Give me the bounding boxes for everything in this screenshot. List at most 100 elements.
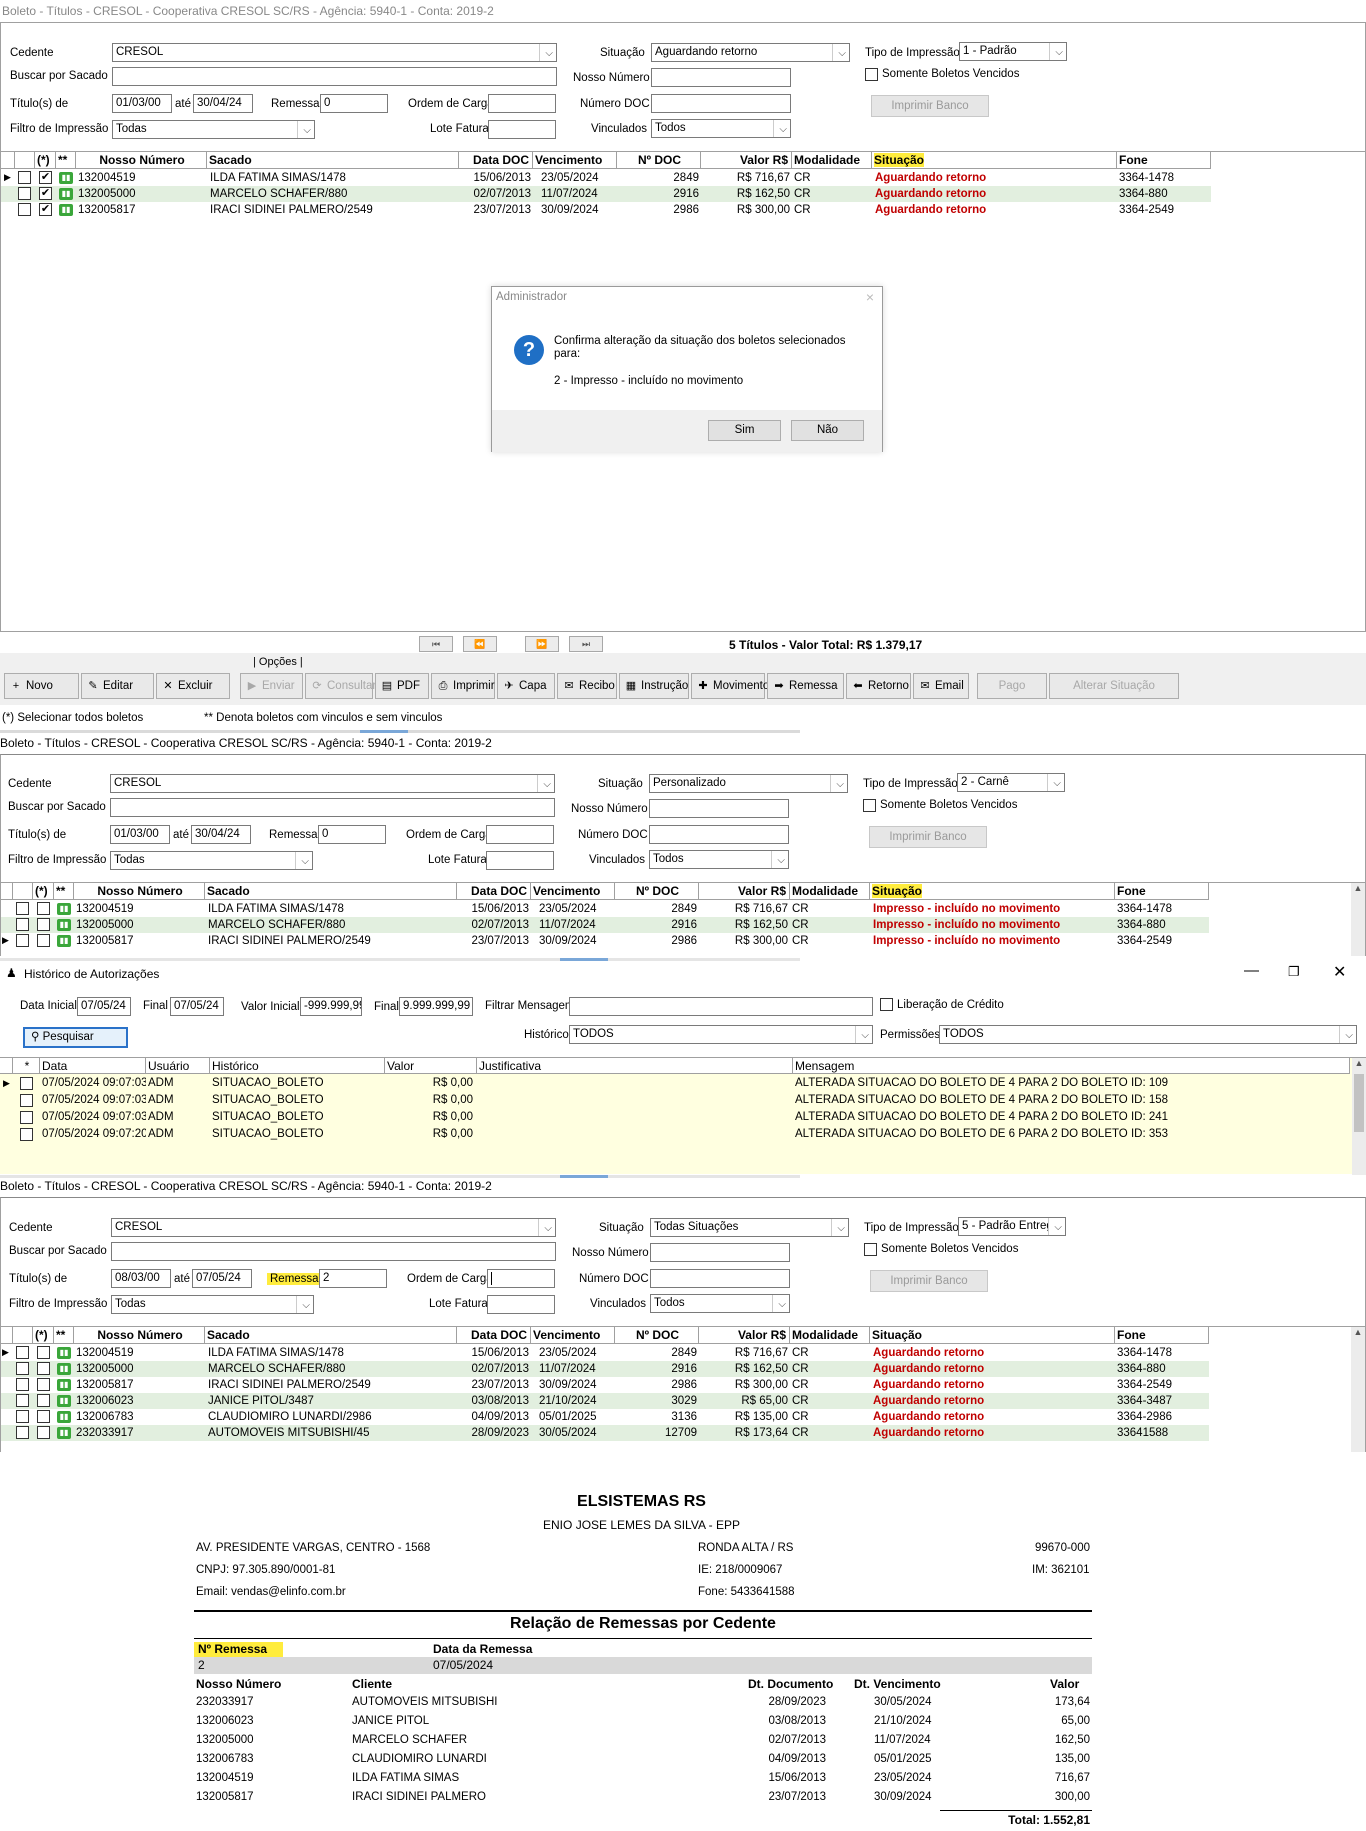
header-col-venc[interactable]: Vencimento (531, 1327, 615, 1343)
row-select-checkbox[interactable] (18, 171, 31, 184)
ordem-input[interactable] (486, 825, 554, 844)
editar-button[interactable]: ✎ Editar (81, 673, 154, 699)
vertical-scrollbar[interactable]: ▲ (1352, 1058, 1366, 1175)
header-col-data[interactable]: Data DOC (457, 883, 531, 899)
header-col-vinc[interactable]: ** (56, 152, 76, 168)
row-select-checkbox[interactable] (16, 1362, 29, 1375)
valor-inicial-input[interactable]: -999.999,99 (300, 997, 362, 1016)
cedente-select[interactable]: CRESOL ⌵ (110, 774, 555, 793)
header-col-mod[interactable]: Modalidade (792, 152, 872, 168)
imprimir-button[interactable]: ⎙ Imprimir (431, 673, 495, 699)
header-col-sit[interactable]: Situação (870, 1327, 1115, 1343)
header-col-doc[interactable]: Nº DOC (615, 1327, 699, 1343)
capa-button[interactable]: ✈ Capa (497, 673, 555, 699)
header-col-sacado[interactable]: Sacado (205, 883, 457, 899)
pago-button[interactable]: Pago (977, 673, 1047, 699)
hist-header-mensagem[interactable]: Mensagem (793, 1058, 1350, 1074)
imprimir-banco-button[interactable]: Imprimir Banco (871, 95, 989, 117)
situacao-select[interactable]: Personalizado ⌵ (649, 774, 848, 793)
header-col-fone[interactable]: Fone (1117, 152, 1211, 168)
nosso-input[interactable] (650, 1243, 790, 1262)
header-col-data[interactable]: Data DOC (459, 152, 533, 168)
header-col-vinc[interactable]: ** (54, 883, 74, 899)
table-row[interactable]: ▶ ▮▮ 132004519 ILDA FATIMA SIMAS/1478 15/06/… (1, 1345, 1209, 1361)
row-select-checkbox[interactable] (20, 1094, 33, 1107)
filtro-select[interactable]: Todas ⌵ (111, 1295, 314, 1314)
tipo-select[interactable]: 5 - Padrão Entrega ⌵ (958, 1217, 1066, 1236)
permissoes-select[interactable]: TODOS ⌵ (939, 1025, 1357, 1044)
historico-select[interactable]: TODOS ⌵ (569, 1025, 873, 1044)
hist-header-usuario[interactable]: Usuário (146, 1058, 210, 1074)
table-row[interactable]: ▮▮ 132005817 IRACI SIDINEI PALMERO/2549 23/… (1, 1377, 1209, 1393)
nao-button[interactable]: Não (791, 420, 864, 441)
row-select-checkbox[interactable] (20, 1111, 33, 1124)
tipo-select[interactable]: 2 - Carnê ⌵ (957, 773, 1065, 792)
remessa-input[interactable]: 0 (320, 94, 388, 113)
vencidos-checkbox[interactable] (864, 1243, 877, 1256)
header-col-mod[interactable]: Modalidade (790, 1327, 870, 1343)
vencidos-checkbox[interactable] (865, 68, 878, 81)
row-select-checkbox[interactable] (20, 1128, 33, 1141)
header-col-nosso[interactable]: Nosso Número (74, 883, 205, 899)
row-star-checkbox[interactable] (37, 1426, 50, 1439)
buscar-input[interactable] (112, 67, 557, 86)
filtro-select[interactable]: Todas ⌵ (110, 851, 313, 870)
row-select-checkbox[interactable] (18, 203, 31, 216)
consultar-button[interactable]: ⟳ Consultar (305, 673, 376, 699)
table-row[interactable]: ▶ 07/05/2024 09:07:03 ADM SITUACAO_BOLETO R$… (0, 1075, 1350, 1092)
titulos-de-input[interactable]: 01/03/00 (112, 94, 172, 113)
remessa-button[interactable]: ➡ Remessa (767, 673, 844, 699)
row-star-checkbox[interactable] (37, 1410, 50, 1423)
titulos-de-input[interactable]: 01/03/00 (110, 825, 170, 844)
header-col-sit[interactable]: Situação (870, 883, 1115, 899)
numdoc-input[interactable] (651, 94, 791, 113)
email-button[interactable]: ✉ Email (913, 673, 969, 699)
titulos-de-input[interactable]: 08/03/00 (111, 1269, 171, 1288)
row-star-checkbox[interactable] (37, 1378, 50, 1391)
data-final-input[interactable]: 07/05/24 (170, 997, 224, 1016)
row-star-checkbox[interactable] (37, 1362, 50, 1375)
row-star-checkbox[interactable] (37, 918, 50, 931)
row-select-checkbox[interactable] (16, 902, 29, 915)
recibo-button[interactable]: ✉ Recibo (557, 673, 617, 699)
excluir-button[interactable]: ✕ Excluir (156, 673, 230, 699)
filtro-select[interactable]: Todas ⌵ (112, 120, 315, 139)
table-row[interactable]: ▮▮ 132005000 MARCELO SCHAFER/880 02/07/2013… (1, 1361, 1209, 1377)
instru-o-button[interactable]: ▦ Instrução (619, 673, 689, 699)
row-select-checkbox[interactable] (16, 1426, 29, 1439)
header-col-vinc[interactable]: ** (54, 1327, 74, 1343)
ordem-input[interactable] (487, 1269, 555, 1288)
row-star-checkbox[interactable]: ✔ (39, 171, 52, 184)
header-col-venc[interactable]: Vencimento (533, 152, 617, 168)
close-window-icon[interactable]: ✕ (1333, 962, 1346, 982)
last-page-button[interactable]: ⏭ (569, 636, 603, 652)
row-select-checkbox[interactable] (20, 1077, 33, 1090)
table-row[interactable]: ▮▮ 132006783 CLAUDIOMIRO LUNARDI/2986 04/09… (1, 1409, 1209, 1425)
numdoc-input[interactable] (649, 825, 789, 844)
table-row[interactable]: ▮▮ 132004519 ILDA FATIMA SIMAS/1478 15/06/2… (1, 901, 1209, 917)
vencidos-checkbox[interactable] (863, 799, 876, 812)
lote-input[interactable] (488, 120, 556, 139)
row-star-checkbox[interactable] (37, 902, 50, 915)
titulos-ate-input[interactable]: 30/04/24 (191, 825, 251, 844)
header-col-data[interactable]: Data DOC (457, 1327, 531, 1343)
header-col-nosso[interactable]: Nosso Número (74, 1327, 205, 1343)
header-col-venc[interactable]: Vencimento (531, 883, 615, 899)
header-col-sit[interactable]: Situação (872, 152, 1117, 168)
row-select-checkbox[interactable] (16, 918, 29, 931)
buscar-input[interactable] (111, 1242, 556, 1261)
table-row[interactable]: ✔ ▮▮ 132005000 MARCELO SCHAFER/880 02/07/201… (1, 186, 1211, 202)
novo-button[interactable]: + Novo (4, 673, 79, 699)
row-star-checkbox[interactable] (37, 1394, 50, 1407)
retorno-button[interactable]: ⬅ Retorno (846, 673, 911, 699)
hist-header-valor[interactable]: Valor (385, 1058, 477, 1074)
row-select-checkbox[interactable] (16, 1394, 29, 1407)
header-col-sacado[interactable]: Sacado (205, 1327, 457, 1343)
situacao-select[interactable]: Todas Situações ⌵ (650, 1218, 849, 1237)
hist-header-justificativa[interactable]: Justificativa (477, 1058, 793, 1074)
table-row[interactable]: ▶ ✔ ▮▮ 132004519 ILDA FATIMA SIMAS/1478 15/06… (1, 170, 1211, 186)
vertical-scrollbar[interactable]: ▲ (1351, 1327, 1365, 1452)
table-row[interactable]: ▶ ▮▮ 132005817 IRACI SIDINEI PALMERO/2549 23… (1, 933, 1209, 949)
cedente-select[interactable]: CRESOL ⌵ (111, 1218, 556, 1237)
header-col-fone[interactable]: Fone (1115, 883, 1209, 899)
